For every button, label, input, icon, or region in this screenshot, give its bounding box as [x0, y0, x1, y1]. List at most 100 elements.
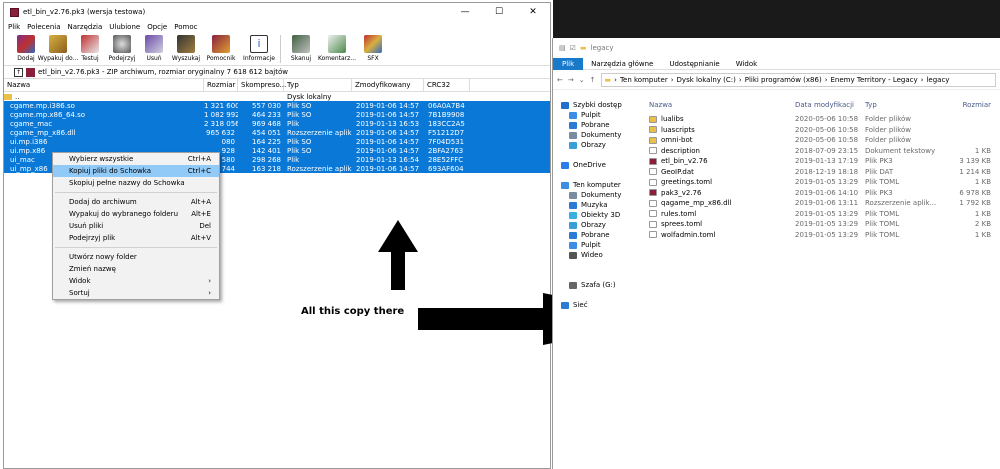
nav-item[interactable]: Szafa (G:): [553, 280, 641, 290]
nav-item[interactable]: Ten komputer: [553, 180, 641, 190]
nav-item[interactable]: Obrazy: [553, 140, 641, 150]
nav-item[interactable]: Pobrane: [553, 120, 641, 130]
context-menu-item[interactable]: Zmień nazwę: [53, 263, 219, 275]
toolbar-wyszukaj-button[interactable]: Wyszukaj: [172, 35, 200, 62]
col-rozmiar[interactable]: Rozmiar: [941, 101, 995, 109]
table-row[interactable]: cgame_mac 2 318 056 969 468 Plik 2019-01-13 …: [4, 119, 550, 128]
col-zmodyfikowany[interactable]: Zmodyfikowany: [352, 78, 424, 92]
cell-type: Plik TOML: [865, 209, 900, 218]
menu-opcje[interactable]: Opcje: [147, 23, 167, 31]
breadcrumb-item[interactable]: Pliki programów (x86): [745, 76, 822, 84]
context-menu-item[interactable]: Utwórz nowy folder: [53, 251, 219, 263]
menu-pomoc[interactable]: Pomoc: [174, 23, 197, 31]
address-bar[interactable]: ▬ › Ten komputer › Dysk lokalny (C:) › Pliki p…: [600, 72, 996, 87]
table-row[interactable]: .. Dysk lokalny: [4, 92, 550, 101]
list-item[interactable]: greetings.toml 2019-01-05 13:29 Plik TOML 1…: [645, 177, 1000, 188]
explorer-titlebar[interactable]: ▤ ☑ ▬ legacy: [553, 38, 1000, 58]
back-arrow-icon[interactable]: ←: [557, 76, 563, 84]
col-rozmiar[interactable]: Rozmiar: [204, 78, 238, 92]
nav-item[interactable]: Pobrane: [553, 230, 641, 240]
menu-polecenia[interactable]: Polecenia: [27, 23, 60, 31]
toolbar-usun-button[interactable]: Usuń: [140, 35, 168, 62]
table-row[interactable]: cgame_mp_x86.dll 965 632 454 051 Rozszerzen…: [4, 128, 550, 137]
ribbon-tab-narzedzia-glowne[interactable]: Narzędzia główne: [583, 58, 661, 70]
ribbon-tab-udostepnianie[interactable]: Udostępnianie: [661, 58, 727, 70]
context-menu-item[interactable]: Usuń pliki Del: [53, 220, 219, 232]
nav-item[interactable]: Sieć: [553, 300, 641, 310]
toolbar-wypakuj-button[interactable]: Wypakuj do...: [38, 35, 78, 62]
up-folder-icon[interactable]: ↑: [14, 67, 23, 77]
breadcrumb-item[interactable]: Ten komputer: [620, 76, 668, 84]
context-menu-item[interactable]: Wybierz wszystkie Ctrl+A: [53, 153, 219, 165]
col-nazwa[interactable]: Nazwa: [645, 101, 795, 109]
col-data-modyfikacji[interactable]: Data modyfikacji: [795, 101, 865, 109]
context-menu-item[interactable]: Skopiuj pełne nazwy do Schowka: [53, 177, 219, 189]
nav-item[interactable]: Obiekty 3D: [553, 210, 641, 220]
nav-item[interactable]: Wideo: [553, 250, 641, 260]
col-nazwa[interactable]: Nazwa: [4, 78, 204, 92]
nav-item[interactable]: Pulpit: [553, 110, 641, 120]
maximize-button[interactable]: ☐: [482, 7, 516, 17]
nav-item[interactable]: Dokumenty: [553, 190, 641, 200]
table-row[interactable]: ui.mp.i386 080 164 225 Plik SO 2019-01-06 14…: [4, 137, 550, 146]
col-skompresowany[interactable]: Skompreso...: [238, 78, 286, 92]
list-item[interactable]: qagame_mp_x86.dll 2019-01-06 13:11 Rozszer…: [645, 198, 1000, 209]
list-item[interactable]: lualibs 2020-05-06 10:58 Folder plików: [645, 114, 1000, 125]
nav-item[interactable]: Pulpit: [553, 240, 641, 250]
nav-item[interactable]: Dokumenty: [553, 130, 641, 140]
archive-path-bar[interactable]: ↑ etl_bin_v2.76.pk3 - ZIP archiwum, rozm…: [4, 65, 550, 79]
col-crc32[interactable]: CRC32: [424, 78, 470, 92]
nav-item[interactable]: Obrazy: [553, 220, 641, 230]
table-row[interactable]: cgame.mp.x86_64.so 1 082 992 464 233 Plik S…: [4, 110, 550, 119]
toolbar-informacje-button[interactable]: i Informacje: [242, 35, 276, 62]
toolbar-skanuj-button[interactable]: Skanuj: [287, 35, 315, 62]
menu-narzedzia[interactable]: Narzędzia: [68, 23, 103, 31]
list-item[interactable]: GeoIP.dat 2018-12-19 18:18 Plik DAT 1 214 K…: [645, 167, 1000, 178]
file-name: wolfadmin.toml: [661, 230, 716, 239]
winrar-titlebar[interactable]: etl_bin_v2.76.pk3 (wersja testowa) — ☐ ✕: [4, 3, 550, 21]
context-menu-item[interactable]: Sortuj ›: [53, 287, 219, 299]
table-row[interactable]: cgame.mp.i386.so 1 321 600 557 030 Plik SO 2…: [4, 101, 550, 110]
list-item[interactable]: etl_bin_v2.76 2019-01-13 17:19 Plik PK3 3 1…: [645, 156, 1000, 167]
ribbon-tab-widok[interactable]: Widok: [728, 58, 766, 70]
context-menu-item[interactable]: Wypakuj do wybranego folderu Alt+E: [53, 208, 219, 220]
context-menu-item[interactable]: Widok ›: [53, 275, 219, 287]
menu-plik[interactable]: Plik: [8, 23, 20, 31]
breadcrumb-item[interactable]: legacy: [926, 76, 949, 84]
ribbon-tab-plik[interactable]: Plik: [553, 57, 584, 70]
context-menu-item[interactable]: Podejrzyj plik Alt+V: [53, 232, 219, 244]
toolbar-dodaj-button[interactable]: Dodaj: [12, 35, 40, 62]
menu-ulubione[interactable]: Ulubione: [109, 23, 140, 31]
minimize-button[interactable]: —: [448, 7, 482, 17]
toolbar-testuj-button[interactable]: Testuj: [76, 35, 104, 62]
properties-icon[interactable]: ☑: [570, 44, 576, 52]
toolbar-sfx-button[interactable]: SFX: [359, 35, 387, 62]
col-typ[interactable]: Typ: [865, 101, 941, 109]
close-button[interactable]: ✕: [516, 7, 550, 17]
list-item[interactable]: pak3_v2.76 2019-01-06 14:10 Plik PK3 6 978 …: [645, 188, 1000, 199]
breadcrumb-item[interactable]: Dysk lokalny (C:): [677, 76, 736, 84]
list-item[interactable]: wolfadmin.toml 2019-01-05 13:29 Plik TOML 1…: [645, 230, 1000, 241]
nav-item[interactable]: OneDrive: [553, 160, 641, 170]
recent-chevron-icon[interactable]: ⌄: [579, 76, 585, 84]
nav-item[interactable]: Szybki dostęp: [553, 100, 641, 110]
list-item[interactable]: sprees.toml 2019-01-05 13:29 Plik TOML 2 KB: [645, 219, 1000, 230]
breadcrumb-item[interactable]: Enemy Territory - Legacy: [831, 76, 918, 84]
context-menu-item[interactable]: Dodaj do archiwum Alt+A: [53, 196, 219, 208]
toolbar-pomocnik-button[interactable]: Pomocnik: [204, 35, 238, 62]
list-item[interactable]: description 2018-07-09 23:15 Dokument teks…: [645, 146, 1000, 157]
toolbar-podejrzyj-button[interactable]: Podejrzyj: [108, 35, 136, 62]
cell-crc: 2BFA2763: [428, 146, 464, 155]
forward-arrow-icon[interactable]: →: [568, 76, 574, 84]
list-item[interactable]: luascripts 2020-05-06 10:58 Folder plików: [645, 125, 1000, 136]
cell-type: Plik SO: [287, 137, 312, 146]
nav-item[interactable]: Muzyka: [553, 200, 641, 210]
context-menu-item[interactable]: Kopiuj pliki do Schowka Ctrl+C: [53, 165, 219, 177]
list-item[interactable]: omni-bot 2020-05-06 10:58 Folder plików: [645, 135, 1000, 146]
list-item[interactable]: rules.toml 2019-01-05 13:29 Plik TOML 1 KB: [645, 209, 1000, 220]
nav-item: [553, 260, 641, 270]
toolbar-komentarz-button[interactable]: Komentarz...: [318, 35, 356, 62]
up-arrow-icon[interactable]: ↑: [590, 76, 596, 84]
col-typ[interactable]: Typ: [284, 78, 352, 92]
breadcrumb-separator-icon: ›: [614, 75, 617, 84]
